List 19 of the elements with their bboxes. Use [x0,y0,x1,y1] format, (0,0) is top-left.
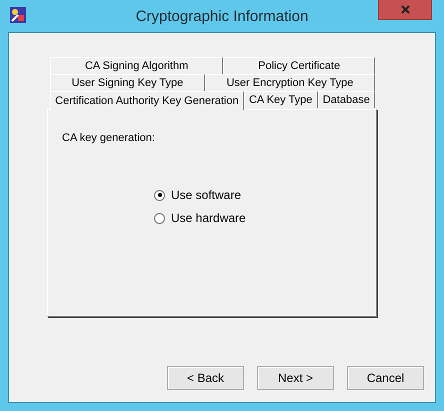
tab[interactable]: CA Key Type [244,91,318,108]
dialog-button[interactable]: < Back [167,366,244,390]
group-label: CA key generation: [62,132,156,144]
tab[interactable]: Certification Authority Key Generation [50,91,244,110]
dialog-button[interactable]: Cancel [347,366,424,390]
radio-label: Use hardware [171,211,246,225]
tab[interactable]: CA Signing Algorithm [50,57,224,74]
radio-label: Use software [171,188,242,202]
radio-button[interactable] [154,212,165,224]
tab[interactable]: Database [318,91,375,108]
window-title: Cryptographic Information [136,8,308,24]
close-icon [400,5,410,14]
tab[interactable]: Policy Certificate [223,57,376,74]
tab[interactable]: User Encryption Key Type [204,74,376,91]
radio-button[interactable] [154,190,165,200]
close-button[interactable] [378,0,432,20]
tab[interactable]: User Signing Key Type [50,74,205,91]
app-icon [10,7,26,23]
dialog-button[interactable]: Next > [257,366,334,390]
